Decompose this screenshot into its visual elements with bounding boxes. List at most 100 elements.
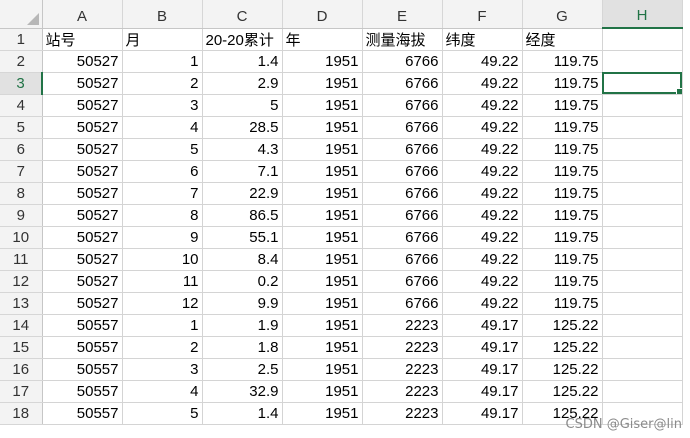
cell[interactable]: 2.5 bbox=[202, 358, 283, 381]
cell[interactable] bbox=[602, 138, 683, 161]
cell[interactable]: 49.17 bbox=[442, 314, 523, 337]
cell[interactable]: 49.17 bbox=[442, 402, 523, 425]
cell-header[interactable]: 纬度 bbox=[442, 28, 523, 51]
cell[interactable]: 6766 bbox=[362, 72, 443, 95]
cell[interactable]: 1951 bbox=[282, 402, 363, 425]
cell[interactable]: 1951 bbox=[282, 138, 363, 161]
cell[interactable]: 1951 bbox=[282, 248, 363, 271]
cell[interactable]: 11 bbox=[122, 270, 203, 293]
cell[interactable]: 8.4 bbox=[202, 248, 283, 271]
cell[interactable]: 49.22 bbox=[442, 138, 523, 161]
cell[interactable]: 49.22 bbox=[442, 182, 523, 205]
row-header[interactable]: 7 bbox=[0, 160, 43, 183]
cell[interactable] bbox=[602, 116, 683, 139]
cell-header[interactable]: 20-20累计 bbox=[202, 28, 283, 51]
cell[interactable]: 1951 bbox=[282, 226, 363, 249]
cell[interactable]: 50527 bbox=[42, 292, 123, 315]
cell[interactable]: 50527 bbox=[42, 72, 123, 95]
cell[interactable]: 1951 bbox=[282, 160, 363, 183]
cell[interactable]: 6766 bbox=[362, 248, 443, 271]
cell[interactable]: 6766 bbox=[362, 292, 443, 315]
cell[interactable]: 9.9 bbox=[202, 292, 283, 315]
column-header-f[interactable]: F bbox=[442, 0, 523, 29]
row-header[interactable]: 18 bbox=[0, 402, 43, 425]
cell[interactable]: 12 bbox=[122, 292, 203, 315]
cell[interactable]: 1951 bbox=[282, 292, 363, 315]
cell[interactable]: 4 bbox=[122, 380, 203, 403]
cell[interactable]: 1951 bbox=[282, 204, 363, 227]
cell[interactable]: 6766 bbox=[362, 182, 443, 205]
cell[interactable]: 1951 bbox=[282, 182, 363, 205]
cell[interactable]: 1951 bbox=[282, 72, 363, 95]
cell[interactable]: 4 bbox=[122, 116, 203, 139]
cell[interactable]: 119.75 bbox=[522, 182, 603, 205]
cell[interactable]: 1951 bbox=[282, 50, 363, 73]
cell[interactable]: 1951 bbox=[282, 270, 363, 293]
cell[interactable] bbox=[602, 380, 683, 403]
cell[interactable]: 50527 bbox=[42, 160, 123, 183]
cell[interactable]: 6766 bbox=[362, 226, 443, 249]
selected-cell[interactable] bbox=[602, 72, 683, 95]
cell-header[interactable] bbox=[602, 28, 683, 51]
cell[interactable]: 5 bbox=[122, 402, 203, 425]
cell[interactable]: 125.22 bbox=[522, 358, 603, 381]
cell[interactable]: 4.3 bbox=[202, 138, 283, 161]
cell[interactable]: 50527 bbox=[42, 182, 123, 205]
cell-header[interactable]: 测量海拔 bbox=[362, 28, 443, 51]
cell[interactable]: 1.9 bbox=[202, 314, 283, 337]
cell[interactable]: 2223 bbox=[362, 380, 443, 403]
cell[interactable]: 50527 bbox=[42, 270, 123, 293]
cell[interactable]: 119.75 bbox=[522, 292, 603, 315]
cell[interactable]: 6766 bbox=[362, 138, 443, 161]
cell[interactable]: 119.75 bbox=[522, 248, 603, 271]
cell[interactable]: 1 bbox=[122, 50, 203, 73]
cell-header[interactable]: 经度 bbox=[522, 28, 603, 51]
cell[interactable]: 119.75 bbox=[522, 160, 603, 183]
row-header[interactable]: 8 bbox=[0, 182, 43, 205]
cell[interactable]: 6766 bbox=[362, 116, 443, 139]
cell[interactable]: 0.2 bbox=[202, 270, 283, 293]
cell[interactable] bbox=[602, 182, 683, 205]
cell[interactable] bbox=[602, 292, 683, 315]
cell[interactable]: 6766 bbox=[362, 94, 443, 117]
cell[interactable]: 50527 bbox=[42, 138, 123, 161]
cell[interactable]: 1951 bbox=[282, 314, 363, 337]
cell[interactable] bbox=[602, 336, 683, 359]
cell[interactable]: 49.22 bbox=[442, 292, 523, 315]
cell[interactable]: 2223 bbox=[362, 402, 443, 425]
row-header[interactable]: 5 bbox=[0, 116, 43, 139]
cell[interactable]: 50557 bbox=[42, 380, 123, 403]
column-header-c[interactable]: C bbox=[202, 0, 283, 29]
cell[interactable]: 22.9 bbox=[202, 182, 283, 205]
cell[interactable]: 119.75 bbox=[522, 226, 603, 249]
column-header-h[interactable]: H bbox=[602, 0, 683, 29]
select-all-corner[interactable] bbox=[0, 0, 43, 29]
row-header[interactable]: 14 bbox=[0, 314, 43, 337]
cell[interactable]: 2 bbox=[122, 72, 203, 95]
row-header[interactable]: 9 bbox=[0, 204, 43, 227]
cell[interactable]: 50557 bbox=[42, 358, 123, 381]
cell[interactable]: 6766 bbox=[362, 50, 443, 73]
cell[interactable]: 1951 bbox=[282, 358, 363, 381]
cell[interactable]: 50557 bbox=[42, 314, 123, 337]
cell[interactable]: 50557 bbox=[42, 402, 123, 425]
cell[interactable]: 49.17 bbox=[442, 358, 523, 381]
cell-header[interactable]: 月 bbox=[122, 28, 203, 51]
row-header[interactable]: 17 bbox=[0, 380, 43, 403]
row-header[interactable]: 3 bbox=[0, 72, 43, 95]
spreadsheet-grid[interactable]: A B C D E F G H 1 站号 月 20-20累计 年 测量海拔 纬度… bbox=[0, 0, 690, 438]
cell[interactable]: 7.1 bbox=[202, 160, 283, 183]
cell[interactable] bbox=[602, 270, 683, 293]
cell[interactable]: 125.22 bbox=[522, 336, 603, 359]
row-header[interactable]: 13 bbox=[0, 292, 43, 315]
cell[interactable] bbox=[602, 94, 683, 117]
row-header[interactable]: 4 bbox=[0, 94, 43, 117]
cell[interactable]: 119.75 bbox=[522, 116, 603, 139]
cell[interactable]: 49.22 bbox=[442, 116, 523, 139]
fill-handle[interactable] bbox=[675, 87, 681, 93]
cell[interactable]: 49.22 bbox=[442, 248, 523, 271]
cell[interactable]: 49.22 bbox=[442, 204, 523, 227]
cell[interactable]: 1 bbox=[122, 314, 203, 337]
cell[interactable]: 49.17 bbox=[442, 336, 523, 359]
cell[interactable]: 3 bbox=[122, 94, 203, 117]
